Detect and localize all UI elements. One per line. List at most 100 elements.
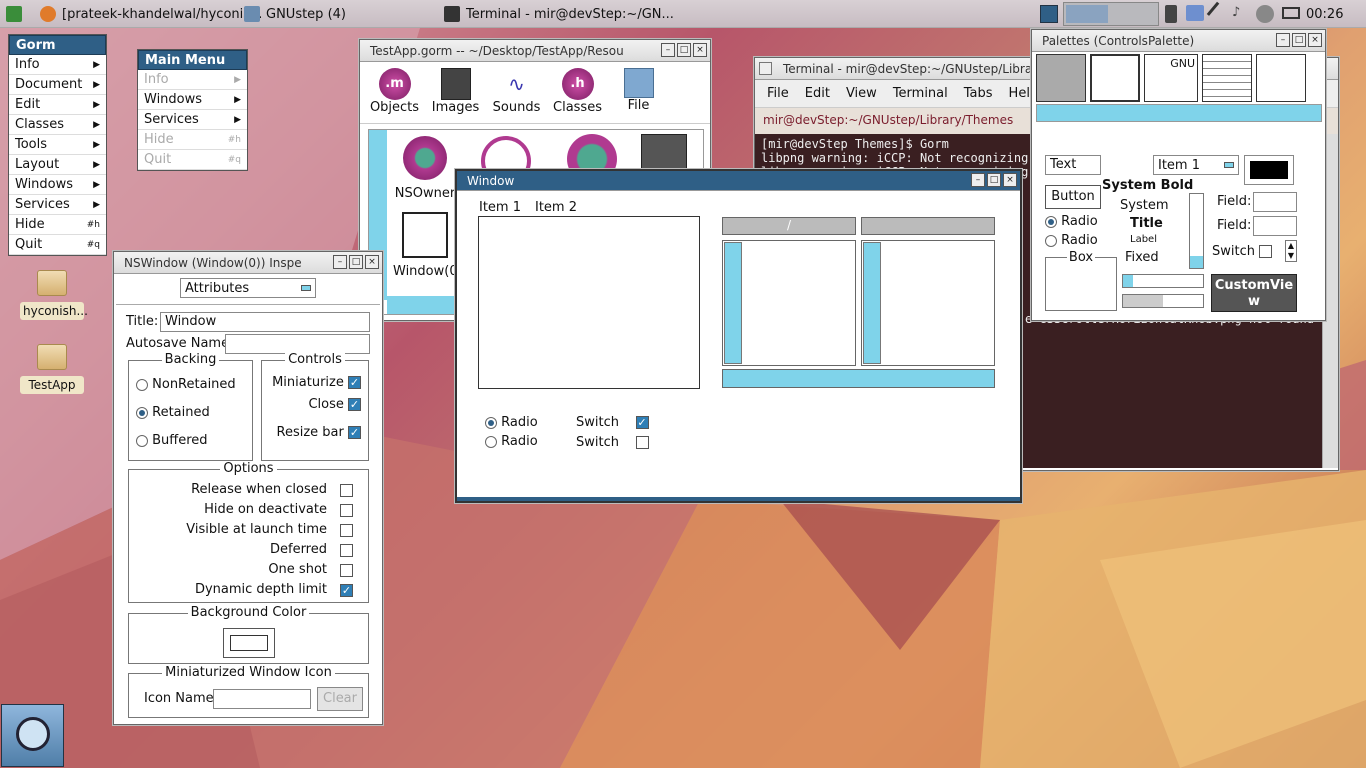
window-radio-1[interactable]: Radio	[485, 415, 538, 430]
font-system-bold[interactable]: System Bold	[1102, 178, 1193, 193]
title-field[interactable]: Window	[160, 312, 370, 332]
menu-item-document[interactable]: Document ▶	[9, 75, 106, 95]
palette-button[interactable]: Button	[1045, 185, 1101, 209]
option-deferred[interactable]: Deferred	[270, 542, 353, 557]
workspace-icon[interactable]	[1040, 5, 1058, 23]
settings-gear-icon[interactable]	[1256, 5, 1274, 23]
font-label[interactable]: Label	[1130, 234, 1157, 245]
network-icon[interactable]	[1186, 5, 1204, 21]
close-icon[interactable]: ×	[1003, 173, 1017, 187]
controls-palette-icon[interactable]: GNU	[1144, 54, 1198, 102]
palette-color-well[interactable]	[1244, 155, 1294, 185]
palette-switch[interactable]: Switch	[1212, 244, 1273, 259]
palette-stepper[interactable]: ▲ ▼	[1285, 240, 1297, 262]
backing-buffered[interactable]: Buffered	[136, 433, 208, 448]
font-fixed[interactable]: Fixed	[1125, 250, 1159, 265]
palette-scrollbar[interactable]	[1036, 104, 1322, 122]
palette-box[interactable]: Box	[1045, 250, 1117, 311]
gorm-menu-title[interactable]: Gorm	[9, 35, 106, 55]
browser-column-1[interactable]	[722, 240, 856, 366]
menu-item-windows[interactable]: Windows ▶	[138, 90, 247, 110]
menu-item-services[interactable]: Services ▶	[9, 195, 106, 215]
control-miniaturize[interactable]: Miniaturize ✓	[272, 375, 361, 390]
classes-button[interactable]: .h Classes	[547, 68, 608, 123]
app-menu-icon[interactable]	[6, 4, 22, 24]
clock[interactable]: 00:26	[1306, 4, 1343, 24]
windows-palette-icon[interactable]	[1090, 54, 1140, 102]
minimize-icon[interactable]: –	[333, 255, 347, 269]
palette-vslider[interactable]	[1189, 193, 1204, 269]
terminal-menu-terminal[interactable]: Terminal	[893, 86, 948, 101]
objects-button[interactable]: .m Objects	[364, 68, 425, 123]
gorm-app-icon[interactable]	[1, 704, 64, 767]
palette-radio-1[interactable]: Radio	[1045, 214, 1098, 229]
minimize-icon[interactable]: –	[1276, 33, 1290, 47]
browser-column-2[interactable]	[861, 240, 995, 366]
terminal-menu-edit[interactable]: Edit	[805, 86, 830, 101]
resize-bar[interactable]	[457, 497, 1020, 501]
window-object[interactable]: Window(0	[393, 212, 458, 279]
tabview-content[interactable]	[478, 216, 700, 389]
menu-item-info[interactable]: Info ▶	[9, 55, 106, 75]
close-icon[interactable]: ×	[365, 255, 379, 269]
terminal-window-icon[interactable]	[759, 62, 772, 75]
backing-retained[interactable]: Retained	[136, 405, 210, 420]
testapp-titlebar[interactable]: TestApp.gorm -- ~/Desktop/TestApp/Resou …	[360, 40, 710, 62]
palette-slider[interactable]	[1122, 294, 1204, 308]
autosave-field[interactable]	[225, 334, 370, 354]
terminal-menu-tabs[interactable]: Tabs	[964, 86, 993, 101]
menu-item-classes[interactable]: Classes ▶	[9, 115, 106, 135]
close-icon[interactable]: ×	[693, 43, 707, 57]
palette-field-1[interactable]	[1253, 192, 1297, 212]
palette-field-2[interactable]	[1253, 216, 1297, 236]
minimize-icon[interactable]: –	[661, 43, 675, 57]
menu-item-layout[interactable]: Layout ▶	[9, 155, 106, 175]
palette-custom-view[interactable]: CustomView	[1211, 274, 1297, 312]
menu-item-edit[interactable]: Edit ▶	[9, 95, 106, 115]
main-menu-title[interactable]: Main Menu	[138, 50, 247, 70]
nsowner-object[interactable]: NSOwner	[393, 136, 457, 201]
menus-palette-icon[interactable]	[1036, 54, 1086, 102]
pen-icon[interactable]	[1206, 1, 1230, 25]
menu-item-windows[interactable]: Windows ▶	[9, 175, 106, 195]
terminal-menu-file[interactable]: File	[767, 86, 789, 101]
option-release-when-closed[interactable]: Release when closed	[191, 482, 353, 497]
menu-item-quit[interactable]: Quit #q	[9, 235, 106, 255]
menu-item-tools[interactable]: Tools ▶	[9, 135, 106, 155]
desktop-icon-hyconish[interactable]: hyconish...	[20, 270, 88, 320]
terminal-menu-view[interactable]: View	[846, 86, 877, 101]
font-system[interactable]: System	[1120, 198, 1168, 213]
file-button[interactable]: File	[608, 68, 669, 123]
data-palette-icon[interactable]	[1202, 54, 1252, 102]
palette-popup[interactable]: Item 1	[1153, 155, 1239, 175]
option-hide-on-deactivate[interactable]: Hide on deactivate	[204, 502, 353, 517]
taskbar-item-browser[interactable]: [prateek-khandelwal/hyconis...	[40, 4, 262, 24]
sounds-button[interactable]: ∿ Sounds	[486, 68, 547, 123]
option-one-shot[interactable]: One shot	[268, 562, 353, 577]
maximize-icon[interactable]: □	[987, 173, 1001, 187]
menu-item-info[interactable]: Info ▶	[138, 70, 247, 90]
maximize-icon[interactable]: □	[349, 255, 363, 269]
palette-radio-2[interactable]: Radio	[1045, 233, 1098, 248]
volume-icon[interactable]: ♪	[1232, 5, 1248, 21]
control-close[interactable]: Close ✓	[308, 397, 361, 412]
background-color-well[interactable]	[223, 628, 275, 658]
table-column-header-2[interactable]	[861, 217, 995, 235]
menu-object-icon[interactable]	[641, 134, 687, 170]
images-button[interactable]: Images	[425, 68, 486, 123]
option-dynamic-depth-limit[interactable]: Dynamic depth limit ✓	[195, 582, 353, 597]
palettes-titlebar[interactable]: Palettes (ControlsPalette) – □ ×	[1032, 30, 1325, 52]
taskbar-item-gnustep[interactable]: GNUstep (4)	[244, 4, 346, 24]
window-switch-1[interactable]: Switch ✓	[576, 415, 649, 430]
clipboard-icon[interactable]	[1165, 5, 1177, 23]
clear-button[interactable]: Clear	[317, 687, 363, 711]
minimize-icon[interactable]: –	[971, 173, 985, 187]
backing-nonretained[interactable]: NonRetained	[136, 377, 236, 392]
palette-text-field[interactable]: Text	[1045, 155, 1101, 175]
menu-item-quit[interactable]: Quit #q	[138, 150, 247, 170]
browser-scrollbar[interactable]	[722, 369, 995, 388]
tab-item-2[interactable]: Item 2	[535, 200, 577, 215]
inspector-mode-popup[interactable]: Attributes	[180, 278, 316, 298]
window-radio-2[interactable]: Radio	[485, 434, 538, 449]
workspace-pager[interactable]	[1063, 2, 1159, 26]
